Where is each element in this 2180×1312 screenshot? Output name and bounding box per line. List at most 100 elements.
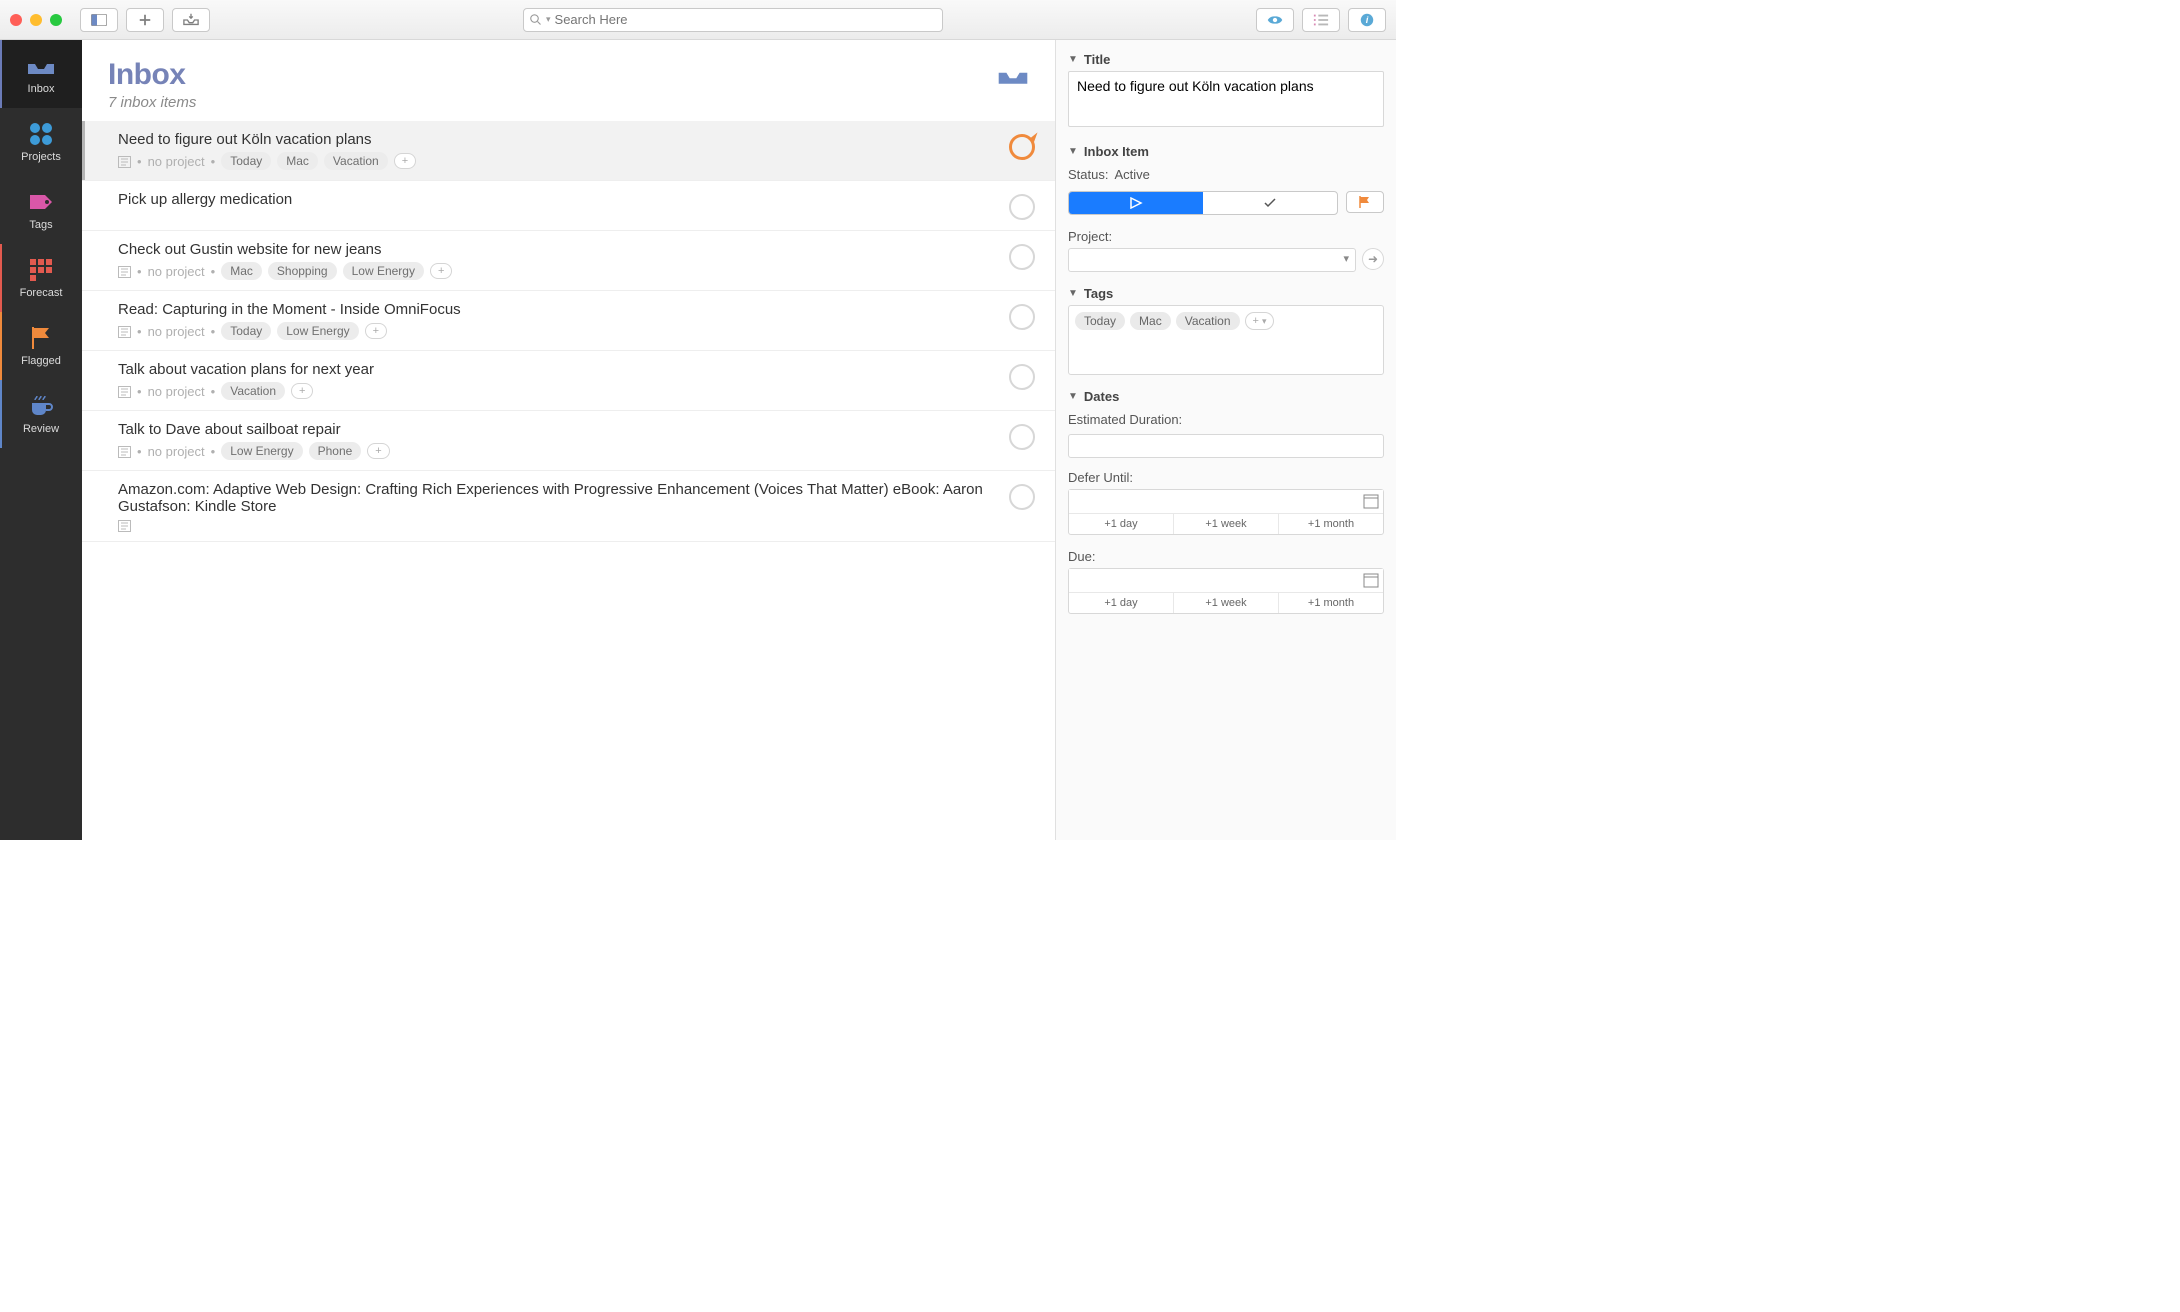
quick-plus-1-day[interactable]: +1 day (1069, 593, 1174, 613)
inspector-section-title[interactable]: ▼Title (1068, 48, 1384, 71)
status-active-segment[interactable] (1069, 192, 1203, 214)
inbox-download-icon (183, 13, 199, 27)
inbox-row[interactable]: Pick up allergy medication (82, 181, 1055, 231)
nav-flagged[interactable]: Flagged (0, 312, 82, 380)
complete-checkbox[interactable] (1009, 364, 1035, 390)
row-meta: •no project•TodayLow Energy+ (118, 322, 997, 340)
complete-checkbox[interactable] (1009, 244, 1035, 270)
nav-tags[interactable]: Tags (0, 176, 82, 244)
quick-plus-1-week[interactable]: +1 week (1174, 593, 1279, 613)
note-icon (118, 445, 131, 457)
calendar-icon[interactable] (1363, 493, 1379, 512)
tags-field[interactable]: Today Mac Vacation + (1068, 305, 1384, 375)
tag-pill[interactable]: Mac (221, 262, 262, 280)
tag-pill[interactable]: Low Energy (221, 442, 302, 460)
plus-icon (137, 13, 153, 27)
inbox-row[interactable]: Need to figure out Köln vacation plans•n… (82, 121, 1055, 181)
nav-label: Forecast (20, 287, 63, 299)
defer-date-field[interactable]: +1 day +1 week +1 month (1068, 489, 1384, 535)
add-tag-button[interactable]: + (1245, 312, 1275, 330)
window-controls (10, 14, 62, 26)
row-title: Need to figure out Köln vacation plans (118, 131, 997, 148)
tag-pill[interactable]: Vacation (221, 382, 285, 400)
info-icon: i (1359, 13, 1375, 27)
tag-pill[interactable]: Today (1075, 312, 1125, 330)
sidebar-toggle-icon (91, 13, 107, 27)
inbox-row[interactable]: Talk to Dave about sailboat repair•no pr… (82, 411, 1055, 471)
status-row: Status: Active (1068, 163, 1384, 186)
complete-checkbox[interactable] (1009, 484, 1035, 510)
disclosure-triangle-icon: ▼ (1068, 288, 1078, 299)
quick-plus-1-week[interactable]: +1 week (1174, 514, 1279, 534)
tag-pill[interactable]: Low Energy (277, 322, 358, 340)
add-tag-button[interactable]: + (394, 153, 416, 169)
add-tag-button[interactable]: + (291, 383, 313, 399)
project-label: Project: (1068, 225, 1384, 248)
note-icon (118, 385, 131, 397)
toggle-sidebar-button[interactable] (80, 8, 118, 32)
add-tag-button[interactable]: + (430, 263, 452, 279)
tag-pill[interactable]: Low Energy (343, 262, 424, 280)
inspector-section-dates[interactable]: ▼Dates (1068, 385, 1384, 408)
goto-project-button[interactable]: ➜ (1362, 248, 1384, 270)
inspector-section-tags[interactable]: ▼Tags (1068, 282, 1384, 305)
new-item-button[interactable] (126, 8, 164, 32)
nav-label: Inbox (28, 83, 55, 95)
tag-pill[interactable]: Mac (277, 152, 318, 170)
add-tag-button[interactable]: + (365, 323, 387, 339)
flag-toggle[interactable] (1346, 191, 1384, 213)
section-label: Dates (1084, 389, 1119, 404)
section-label: Inbox Item (1084, 144, 1149, 159)
row-meta: •no project•MacShoppingLow Energy+ (118, 262, 997, 280)
quick-entry-button[interactable] (172, 8, 210, 32)
calendar-icon[interactable] (1363, 572, 1379, 591)
no-project-label: no project (148, 324, 205, 339)
minimize-window-button[interactable] (30, 14, 42, 26)
status-segmented-control[interactable] (1068, 191, 1338, 215)
view-options-button[interactable] (1256, 8, 1294, 32)
inspector-toggle-button[interactable]: i (1348, 8, 1386, 32)
search-input[interactable] (555, 12, 936, 27)
zoom-window-button[interactable] (50, 14, 62, 26)
complete-checkbox[interactable] (1009, 194, 1035, 220)
tag-pill[interactable]: Mac (1130, 312, 1171, 330)
nav-label: Projects (21, 151, 61, 163)
quick-plus-1-month[interactable]: +1 month (1279, 593, 1383, 613)
tag-pill[interactable]: Today (221, 152, 271, 170)
no-project-label: no project (148, 154, 205, 169)
quick-plus-1-day[interactable]: +1 day (1069, 514, 1174, 534)
nav-forecast[interactable]: Forecast (0, 244, 82, 312)
complete-checkbox[interactable] (1009, 424, 1035, 450)
tag-pill[interactable]: Phone (309, 442, 362, 460)
due-date-field[interactable]: +1 day +1 week +1 month (1068, 568, 1384, 614)
inbox-row[interactable]: Talk about vacation plans for next year•… (82, 351, 1055, 411)
content-pane: Inbox 7 inbox items Need to figure out K… (82, 40, 1056, 840)
tag-pill[interactable]: Vacation (1176, 312, 1240, 330)
tag-pill[interactable]: Vacation (324, 152, 388, 170)
title-field[interactable]: Need to figure out Köln vacation plans (1068, 71, 1384, 127)
close-window-button[interactable] (10, 14, 22, 26)
add-tag-button[interactable]: + (367, 443, 389, 459)
search-field[interactable]: ▾ (523, 8, 943, 32)
no-project-label: no project (148, 384, 205, 399)
inbox-row[interactable]: Amazon.com: Adaptive Web Design: Craftin… (82, 471, 1055, 542)
search-icon (530, 14, 542, 26)
list-layout-button[interactable] (1302, 8, 1340, 32)
complete-checkbox[interactable] (1009, 304, 1035, 330)
tag-pill[interactable]: Shopping (268, 262, 337, 280)
inbox-row[interactable]: Check out Gustin website for new jeans•n… (82, 231, 1055, 291)
project-select[interactable] (1068, 248, 1356, 272)
nav-projects[interactable]: Projects (0, 108, 82, 176)
status-completed-segment[interactable] (1203, 192, 1337, 214)
quick-plus-1-month[interactable]: +1 month (1279, 514, 1383, 534)
nav-inbox[interactable]: Inbox (0, 40, 82, 108)
page-title: Inbox (108, 58, 196, 92)
section-label: Title (1084, 52, 1111, 67)
inbox-row[interactable]: Read: Capturing in the Moment - Inside O… (82, 291, 1055, 351)
estimated-duration-field[interactable] (1068, 434, 1384, 458)
complete-checkbox[interactable] (1009, 134, 1035, 160)
nav-review[interactable]: Review (0, 380, 82, 448)
tag-pill[interactable]: Today (221, 322, 271, 340)
inspector-section-inbox-item[interactable]: ▼Inbox Item (1068, 140, 1384, 163)
chevron-down-icon: ▾ (546, 14, 551, 25)
